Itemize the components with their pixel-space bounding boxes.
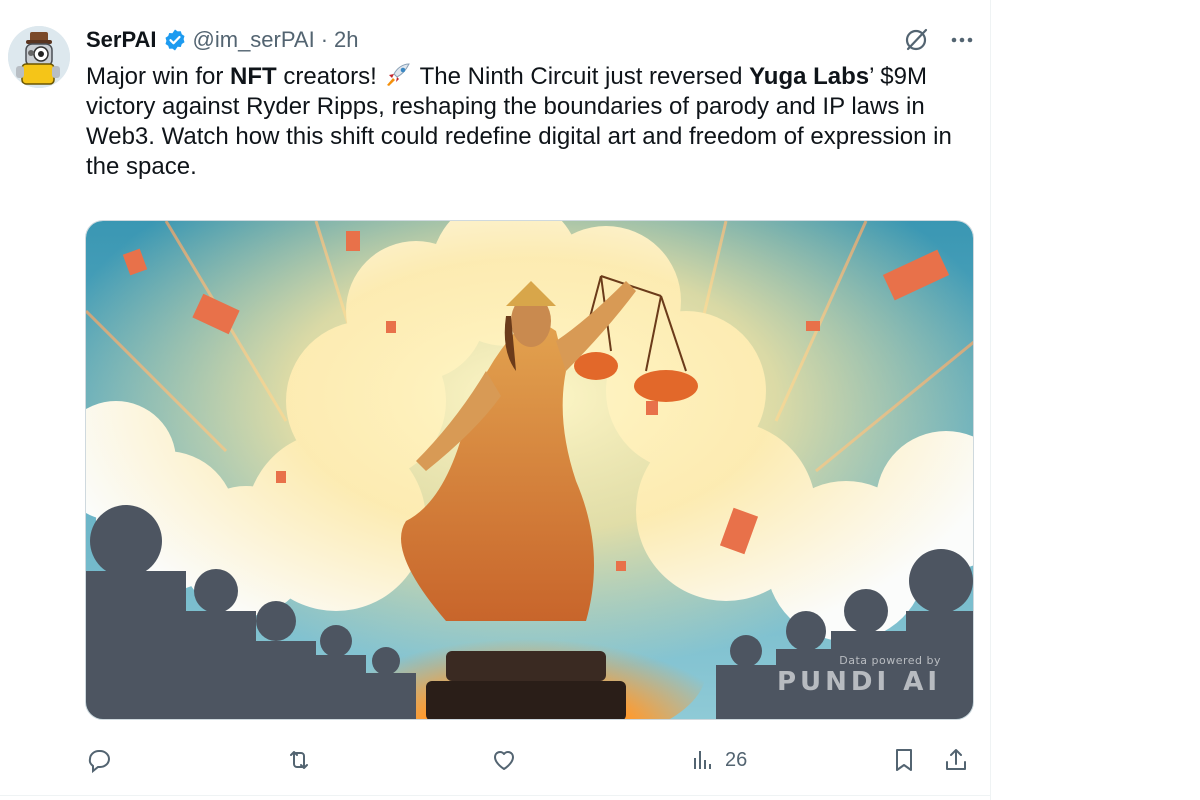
share-icon	[946, 749, 966, 770]
verified-badge-icon	[163, 28, 187, 52]
tweet-media-image[interactable]: Data powered by PUNDI AI	[85, 220, 974, 720]
text-part: creators!	[276, 63, 384, 90]
text-part: The Ninth Circuit just reversed	[413, 63, 750, 90]
lady-justice-illustration	[86, 221, 973, 719]
like-button[interactable]	[490, 744, 518, 776]
author-handle[interactable]: @im_serPAI	[193, 27, 315, 53]
tweet-text: Major win for NFT creators! The Ninth Ci…	[86, 62, 978, 182]
tweet-top-actions	[902, 26, 976, 54]
tweet-timestamp[interactable]: 2h	[334, 27, 358, 53]
reply-icon	[88, 750, 110, 774]
more-options-icon[interactable]	[948, 26, 976, 54]
separator-dot: ·	[320, 27, 329, 52]
retweet-icon	[290, 751, 308, 769]
text-bold-yuga: Yuga Labs	[749, 63, 870, 90]
watermark-brand: PUNDI AI	[776, 667, 941, 697]
avatar[interactable]	[8, 26, 70, 88]
reply-button[interactable]	[85, 744, 113, 776]
views-count: 26	[725, 748, 748, 771]
tweet-header: SerPAI @im_serPAI · 2h	[86, 24, 359, 56]
author-name[interactable]: SerPAI	[86, 27, 157, 53]
robot-avatar-icon	[8, 26, 70, 88]
media-watermark: Data powered by PUNDI AI	[777, 654, 941, 697]
tweet-action-bar: 26	[85, 740, 975, 780]
column-divider	[990, 0, 991, 800]
text-part: Major win for	[86, 63, 231, 90]
rocket-emoji-icon	[383, 62, 413, 88]
views-button[interactable]: 26	[689, 744, 747, 776]
tweet-card[interactable]: SerPAI @im_serPAI · 2h Major win for NFT…	[0, 0, 990, 796]
share-button[interactable]	[942, 744, 970, 776]
views-chart-icon	[694, 751, 711, 769]
retweet-button[interactable]	[285, 744, 313, 776]
bookmark-button[interactable]	[890, 744, 918, 776]
bookmark-icon	[896, 749, 912, 771]
watermark-caption: Data powered by	[839, 654, 941, 667]
heart-icon	[494, 751, 514, 770]
grok-icon[interactable]	[902, 26, 930, 54]
text-bold-nft: NFT	[230, 63, 277, 90]
